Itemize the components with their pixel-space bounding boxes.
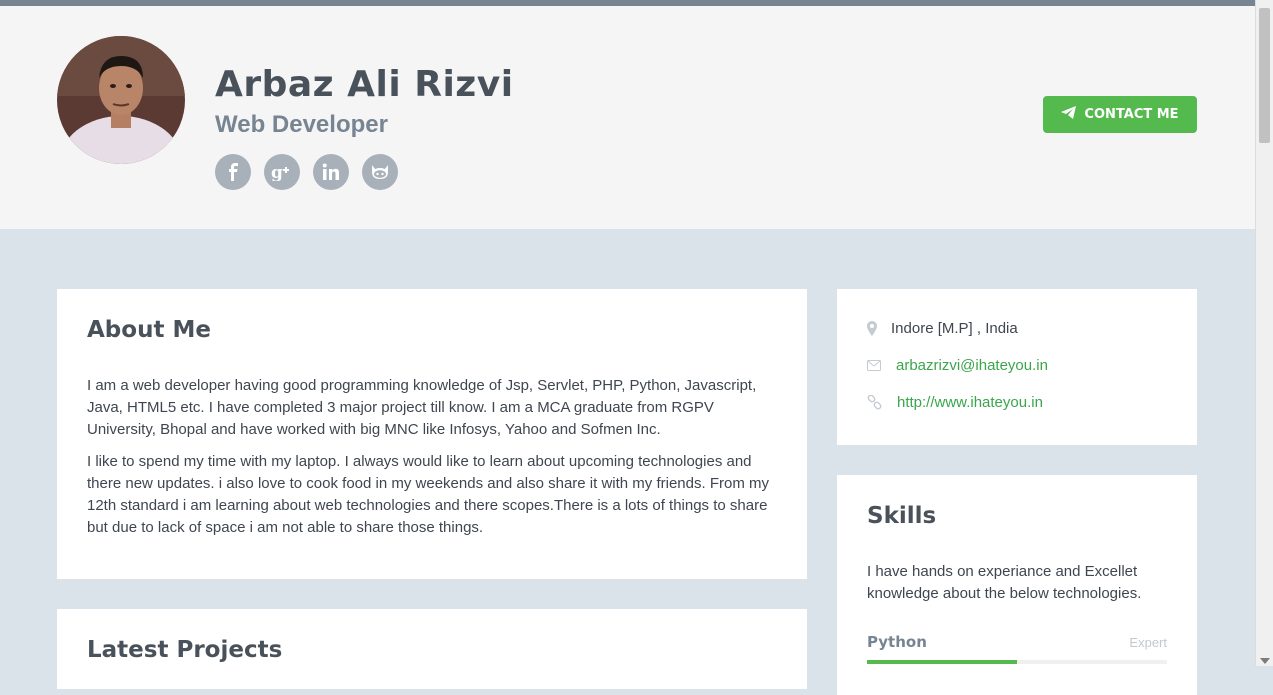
skills-title: Skills [867,503,937,529]
vertical-scrollbar[interactable] [1255,0,1273,666]
linkedin-icon[interactable] [313,154,349,190]
paper-plane-icon [1061,106,1077,123]
email-row: arbazrizvi@ihateyou.in [867,357,1048,374]
social-links: g [215,154,398,190]
latest-projects-title: Latest Projects [87,637,283,663]
svg-text:g: g [271,163,283,181]
email-link[interactable]: arbazrizvi@ihateyou.in [896,357,1048,374]
skill-progress-track [867,660,1167,664]
profile-role: Web Developer [215,111,388,138]
contact-me-button[interactable]: CONTACT ME [1043,96,1197,133]
link-icon [867,395,897,410]
scrollbar-thumb[interactable] [1259,8,1270,143]
location-text: Indore [M.P] , India [891,320,1018,337]
profile-name: Arbaz Ali Rizvi [215,64,514,105]
website-link[interactable]: http://www.ihateyou.in [897,394,1043,411]
website-row: http://www.ihateyou.in [867,394,1043,411]
skill-name: Python [867,633,927,651]
envelope-icon [867,360,896,371]
skill-level: Expert [1129,635,1167,650]
location-row: Indore [M.P] , India [867,320,1018,337]
map-marker-icon [867,321,891,336]
skills-intro: I have hands on experiance and Excellet … [867,563,1142,602]
google-plus-icon[interactable]: g [264,154,300,190]
skill-progress-fill [867,660,1017,664]
profile-photo [57,36,185,164]
facebook-icon[interactable] [215,154,251,190]
profile-header: Arbaz Ali Rizvi Web Developer g CONTACT … [0,6,1255,229]
scroll-down-arrow-icon[interactable] [1260,658,1270,664]
about-title: About Me [87,317,211,343]
contact-me-label: CONTACT ME [1084,107,1179,122]
about-section: About Me I am a web developer having goo… [57,289,807,579]
about-paragraph-1: I am a web developer having good program… [87,377,757,438]
latest-projects-section: Latest Projects [57,609,807,689]
github-icon[interactable] [362,154,398,190]
contact-info-card: Indore [M.P] , India arbazrizvi@ihateyou… [837,289,1197,445]
skills-card: Skills I have hands on experiance and Ex… [837,475,1197,695]
about-paragraph-2: I like to spend my time with my laptop. … [87,453,769,536]
avatar [57,36,185,164]
